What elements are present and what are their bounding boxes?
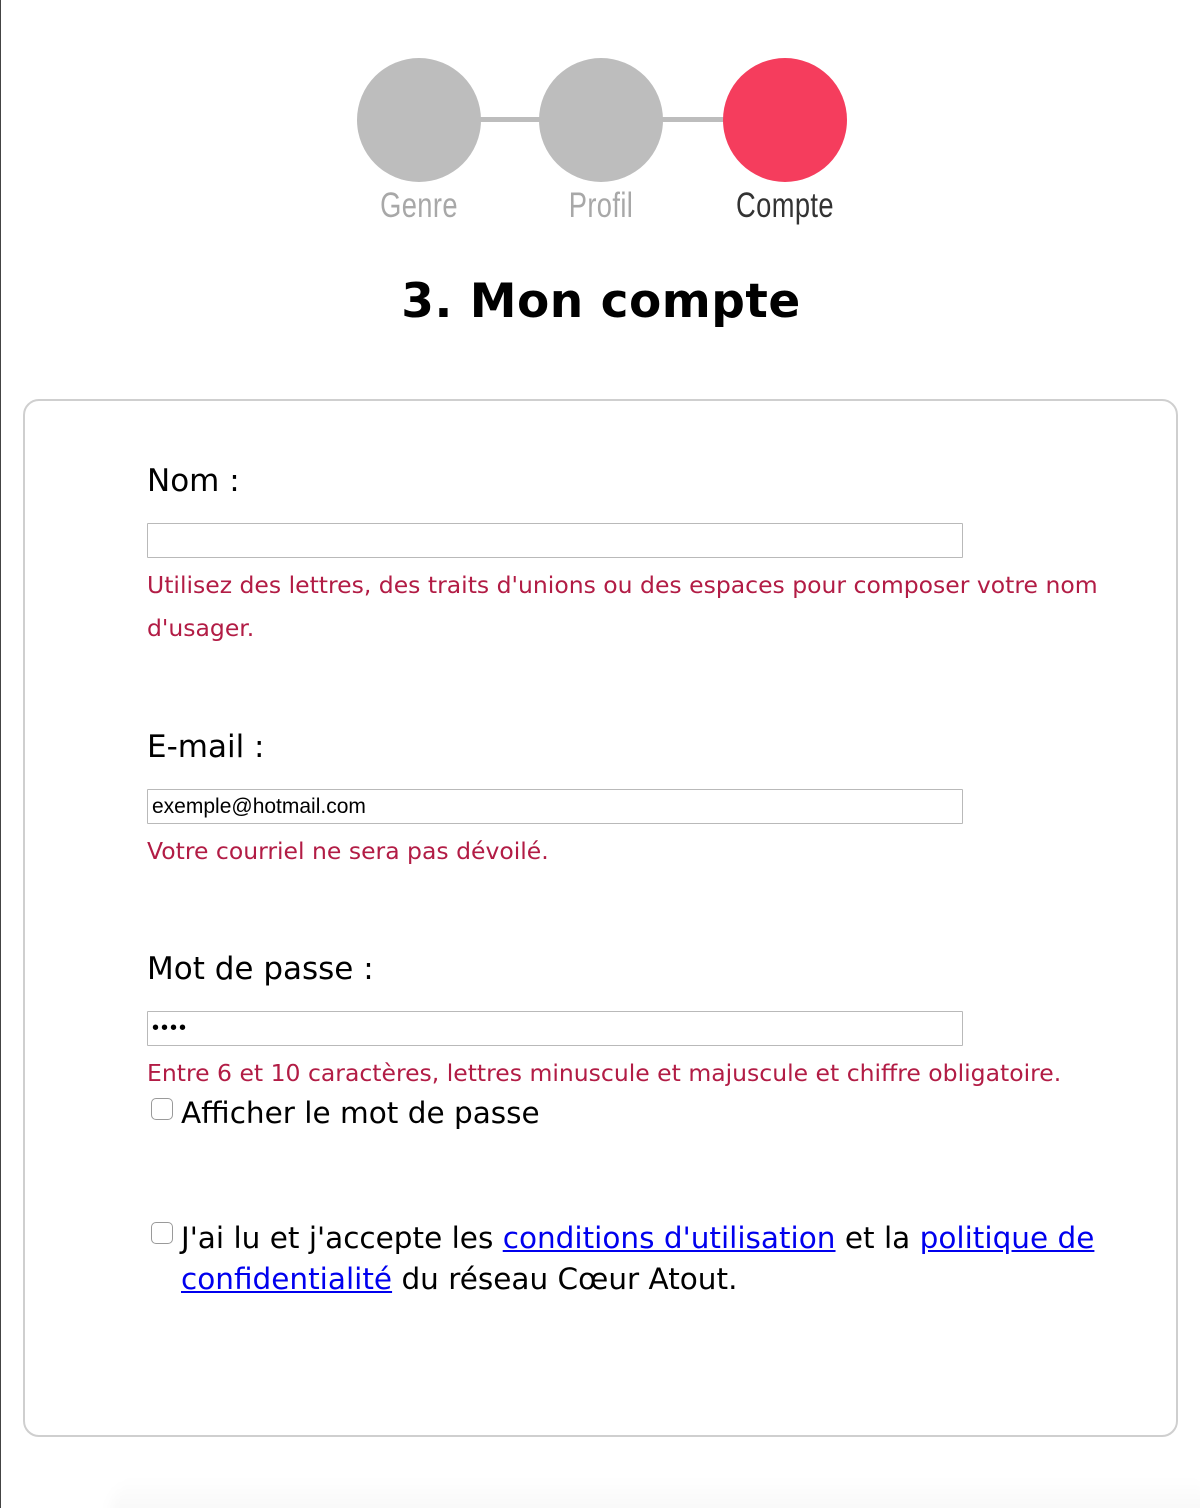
terms-text-before: J'ai lu et j'accepte les <box>181 1221 503 1255</box>
step-indicator-genre <box>357 58 481 182</box>
email-input[interactable] <box>147 789 963 824</box>
email-label: E-mail : <box>147 729 265 765</box>
terms-text-after: du réseau Cœur Atout. <box>392 1262 738 1296</box>
password-help-text: Entre 6 et 10 caractères, lettres minusc… <box>147 1059 1062 1087</box>
terms-of-use-link[interactable]: conditions d'utilisation <box>503 1221 836 1255</box>
step-indicator-compte <box>723 58 847 182</box>
page-title: 3. Mon compte <box>401 274 801 329</box>
name-help-text: Utilisez des lettres, des traits d'union… <box>147 571 1098 642</box>
step-indicator-profil <box>539 58 663 182</box>
terms-text-middle: et la <box>835 1221 920 1255</box>
step-label-genre: Genre <box>380 186 458 225</box>
name-label: Nom : <box>147 463 240 499</box>
show-password-label[interactable]: Afficher le mot de passe <box>181 1093 540 1134</box>
step-label-profil: Profil <box>568 186 634 225</box>
name-input[interactable] <box>147 523 963 558</box>
email-help-text: Votre courriel ne sera pas dévoilé. <box>147 837 549 865</box>
show-password-checkbox[interactable] <box>151 1098 173 1120</box>
step-connector <box>479 117 543 122</box>
step-label-compte: Compte <box>736 186 834 225</box>
account-form: Nom : Utilisez des lettres, des traits d… <box>23 399 1178 1437</box>
progress-stepper: Genre Profil Compte <box>1 58 1200 248</box>
password-label: Mot de passe : <box>147 951 374 987</box>
password-input[interactable] <box>147 1011 963 1046</box>
terms-checkbox[interactable] <box>151 1222 173 1244</box>
footer-shadow <box>111 1478 1200 1508</box>
step-connector <box>661 117 725 122</box>
terms-label: J'ai lu et j'accepte les conditions d'ut… <box>181 1218 1101 1300</box>
